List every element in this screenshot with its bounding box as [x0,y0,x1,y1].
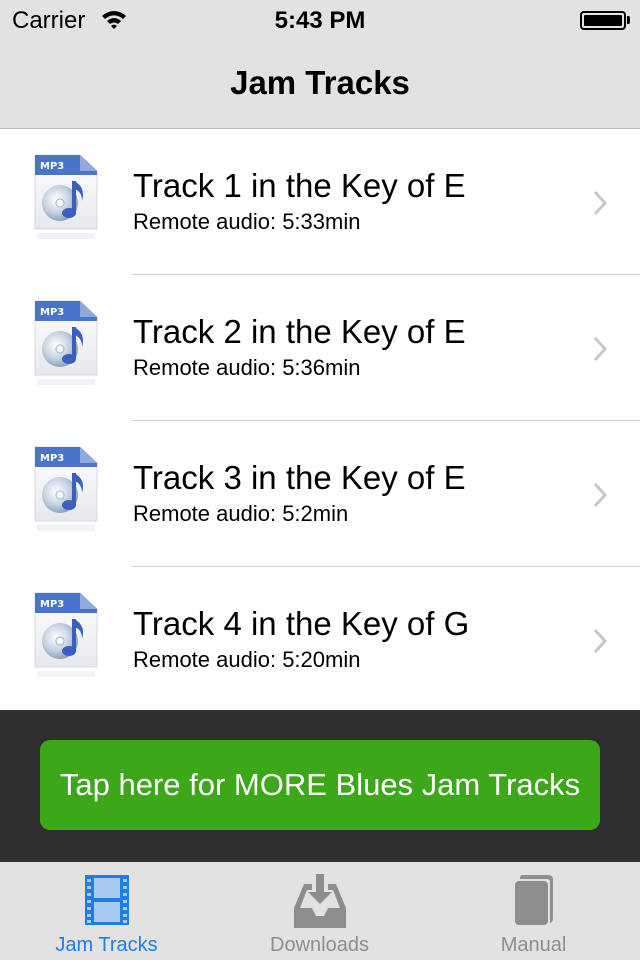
tab-label: Downloads [270,934,369,956]
status-bar: Carrier 5:43 PM [0,0,640,40]
page-title: Jam Tracks [230,64,410,101]
status-time: 5:43 PM [274,7,366,34]
svg-text:MP3: MP3 [40,599,64,610]
mp3-file-icon: MP3 [34,446,98,531]
track-row[interactable]: MP3 Track 2 in the Key of E Remote audio… [0,275,640,421]
tab-label: Jam Tracks [55,934,158,956]
svg-text:MP3: MP3 [40,453,64,464]
track-subtitle: Remote audio: 5:33min [133,209,361,234]
mp3-file-icon: MP3 [34,300,98,385]
more-jam-tracks-button[interactable]: Tap here for MORE Blues Jam Tracks [40,740,600,830]
tab-downloads[interactable]: Downloads [213,862,426,960]
tab-manual[interactable]: Manual [427,862,640,960]
tab-jam-tracks[interactable]: Jam Tracks [0,862,213,960]
chevron-right-icon [593,482,608,508]
battery-nub [627,16,630,24]
chevron-right-icon [593,336,608,362]
film-strip-icon [84,875,129,925]
mp3-file-icon: MP3 [34,154,98,239]
track-title: Track 1 in the Key of E [133,167,466,204]
track-row[interactable]: MP3 Track 3 in the Key of E Remote audio… [0,421,640,567]
track-row[interactable]: MP3 Track 1 in the Key of E Remote audio… [0,129,640,275]
track-subtitle: Remote audio: 5:36min [133,355,361,380]
book-icon [514,875,553,925]
track-title: Track 4 in the Key of G [133,605,470,642]
tab-label: Manual [500,934,567,956]
svg-text:MP3: MP3 [40,307,64,318]
chevron-right-icon [593,628,608,654]
mp3-file-icon: MP3 [34,592,98,677]
track-row[interactable]: MP3 Track 4 in the Key of G Remote audio… [0,567,640,713]
svg-text:MP3: MP3 [40,161,64,172]
track-title: Track 2 in the Key of E [133,313,466,350]
track-subtitle: Remote audio: 5:20min [133,647,361,672]
download-tray-icon [293,874,346,928]
tab-bar: Jam Tracks Downloads Manual [0,862,640,960]
top-bar: Carrier 5:43 PM Jam Tracks [0,0,640,129]
track-subtitle: Remote audio: 5:2min [133,501,349,526]
track-title: Track 3 in the Key of E [133,459,466,496]
chevron-right-icon [593,190,608,216]
track-list: MP3 Track 1 in the Key of E Remote audio… [0,129,640,710]
promo-banner: Tap here for MORE Blues Jam Tracks [0,710,640,862]
battery-icon [580,11,626,30]
